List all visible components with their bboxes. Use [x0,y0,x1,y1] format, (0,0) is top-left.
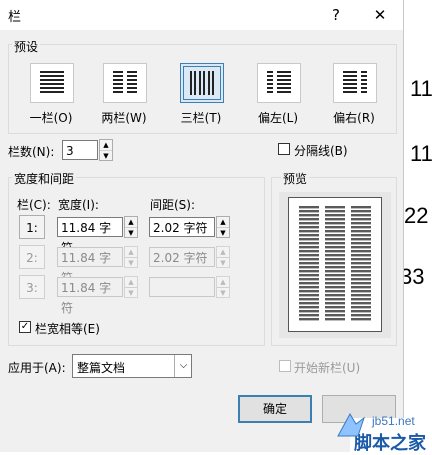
right-column-icon [343,71,367,95]
column-3-width-spinner[interactable]: ▲ ▼ [124,276,138,298]
width-spacing-label: 宽度和间距 [12,170,77,187]
background-text: 11 [410,141,432,166]
width-header: 宽度(I): [58,198,99,212]
column-1-spacing-input[interactable]: 2.02 字符 [149,217,215,237]
column-3-button[interactable]: 3: [19,275,45,299]
column-2-width-input[interactable]: 11.84 字符 [57,247,123,285]
preview-label: 预览 [281,170,310,187]
three-columns-icon [190,71,214,95]
watermark-logo-icon [336,410,366,440]
title-bar: 栏 ? ✕ [0,0,403,30]
new-column-label: 开始新栏(U) [294,361,361,375]
column-3-width-input[interactable]: 11.84 字符 [57,277,123,315]
preset-three-columns-button[interactable] [180,63,224,103]
column-1-width-spinner[interactable]: ▲ ▼ [124,216,138,238]
columns-dialog: 栏 ? ✕ 预设 一栏(O) 两栏(W) 三栏(T) 偏左(L) 偏右(R) 栏… [0,0,404,452]
help-button[interactable]: ? [322,2,350,28]
column-1-width-input[interactable]: 11.84 字符 [57,217,123,255]
column-2-spacing-spinner[interactable]: ▲ ▼ [216,246,230,268]
preset-right-button[interactable] [333,63,377,103]
column-1-button[interactable]: 1: [19,215,45,239]
close-button[interactable]: ✕ [366,2,394,28]
equal-width-checkbox[interactable]: ✓ [19,321,31,333]
background-text: 22 [404,203,429,228]
preset-three-columns-label: 三栏(T) [180,111,222,125]
column-2-button[interactable]: 2: [19,245,45,269]
presets-label: 预设 [12,38,41,55]
dialog-title: 栏 [8,10,22,25]
new-column-checkbox[interactable] [279,360,291,372]
preview-lines-icon [299,206,371,321]
column-2-width-spinner[interactable]: ▲ ▼ [124,246,138,268]
num-columns-spinner[interactable]: ▲ ▼ [99,139,113,161]
preset-left-label: 偏左(L) [257,111,299,125]
preset-two-columns-label: 两栏(W) [101,111,147,125]
col-header: 栏(C): [17,198,51,212]
chevron-down-icon[interactable]: ⌵ [174,355,192,377]
ok-button[interactable]: 确定 [238,395,312,423]
spacing-header: 间距(S): [150,198,196,212]
column-1-spacing-spinner[interactable]: ▲ ▼ [216,216,230,238]
preset-one-column-button[interactable] [30,63,74,103]
separator-label: 分隔线(B) [294,144,348,158]
preset-two-columns-button[interactable] [103,63,147,103]
column-3-spacing-spinner[interactable]: ▲ ▼ [216,276,230,298]
preview-page [288,197,382,332]
watermark-site: jb51.net [372,414,415,428]
column-3-spacing-input[interactable] [149,277,215,297]
checkmark-icon: ✓ [20,321,30,332]
preset-right-label: 偏右(R) [333,111,375,125]
preset-left-button[interactable] [257,63,301,103]
equal-width-label: 栏宽相等(E) [35,322,100,336]
apply-to-value: 整篇文档 [77,361,126,375]
num-columns-label: 栏数(N): [8,145,55,159]
separator-checkbox[interactable] [278,143,290,155]
column-2-spacing-input[interactable]: 2.02 字符 [149,247,215,267]
num-columns-input[interactable]: 3 [62,140,98,160]
spin-up-icon[interactable]: ▲ [100,140,112,150]
spin-down-icon[interactable]: ▼ [100,150,112,161]
one-column-icon [40,71,64,95]
watermark: jb51.net 脚本之家 [337,412,432,454]
background-text: 11 [410,76,432,101]
preset-one-column-label: 一栏(O) [29,111,73,125]
two-columns-icon [113,71,137,95]
apply-to-select[interactable]: 整篇文档 ⌵ [72,354,192,378]
apply-to-label: 应用于(A): [8,361,66,375]
preview-pane [279,192,391,338]
left-column-icon [267,71,291,95]
